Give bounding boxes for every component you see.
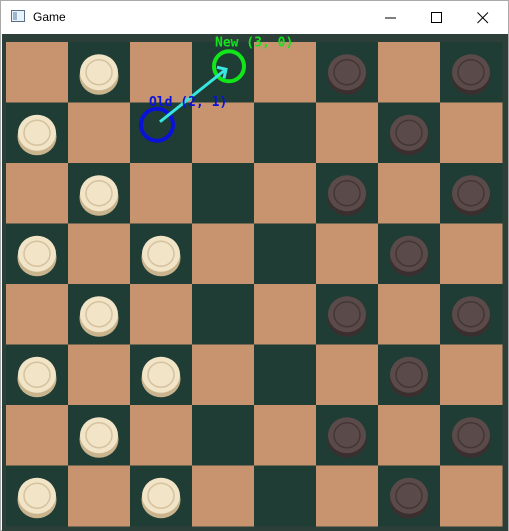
board-square[interactable] [378,405,441,466]
board-square[interactable] [254,284,317,345]
board-square[interactable] [192,102,255,164]
board-square[interactable] [316,465,379,527]
cream-checker-piece[interactable] [141,235,181,277]
window-title: Game [33,10,66,24]
board-square[interactable] [130,163,193,224]
close-button[interactable] [460,1,506,34]
minimize-icon [385,17,396,19]
board-square[interactable] [440,344,503,406]
board-square[interactable] [316,344,379,406]
brown-checker-piece[interactable] [451,175,491,216]
board-square[interactable] [192,344,255,406]
title-bar[interactable]: Game [1,1,508,34]
maximize-icon [431,12,442,23]
board-square[interactable] [440,223,503,285]
board-square[interactable] [192,223,255,285]
cream-checker-piece[interactable] [17,235,57,277]
board-square[interactable] [68,344,131,406]
old-position-label: Old (2, 1) [149,95,227,110]
board-square[interactable] [254,344,317,406]
cream-checker-piece[interactable] [79,417,119,458]
board-square[interactable] [440,465,503,527]
brown-checker-piece[interactable] [389,356,429,398]
board-square[interactable] [68,223,131,285]
board-square[interactable] [378,42,441,103]
cream-checker-piece[interactable] [17,114,57,156]
board-square[interactable] [6,42,69,103]
board-square[interactable] [130,284,193,345]
board-square[interactable] [6,163,69,224]
board-square[interactable] [6,284,69,345]
board-square[interactable] [6,405,69,466]
board-square[interactable] [254,465,317,527]
board-square[interactable] [192,405,255,466]
cream-checker-piece[interactable] [79,54,119,95]
board-square[interactable] [130,405,193,466]
cream-checker-piece[interactable] [17,356,57,398]
brown-checker-piece[interactable] [389,477,429,519]
board-square[interactable] [130,102,193,164]
board-square[interactable] [378,284,441,345]
cream-checker-piece[interactable] [141,356,181,398]
board-square[interactable] [254,163,317,224]
board-square[interactable] [254,42,317,103]
board-square[interactable] [192,284,255,345]
game-window: Game Old (2, 1) New (3, 0) [0,0,509,531]
brown-checker-piece[interactable] [451,417,491,458]
board-square[interactable] [440,102,503,164]
board-square[interactable] [378,163,441,224]
board-square[interactable] [192,163,255,224]
brown-checker-piece[interactable] [389,114,429,156]
minimize-button[interactable] [368,1,414,34]
checkers-board[interactable]: Old (2, 1) New (3, 0) [2,34,508,531]
game-canvas[interactable]: Old (2, 1) New (3, 0) [2,34,508,531]
brown-checker-piece[interactable] [327,417,367,458]
brown-checker-piece[interactable] [451,296,491,337]
brown-checker-piece[interactable] [389,235,429,277]
board-square[interactable] [192,465,255,527]
cream-checker-piece[interactable] [79,175,119,216]
brown-checker-piece[interactable] [451,54,491,95]
board-square[interactable] [254,223,317,285]
cream-checker-piece[interactable] [79,296,119,337]
new-position-label: New (3, 0) [215,35,293,50]
cream-checker-piece[interactable] [17,477,57,519]
board-square[interactable] [254,102,317,164]
brown-checker-piece[interactable] [327,175,367,216]
board-square[interactable] [316,223,379,285]
maximize-button[interactable] [414,1,460,34]
board-square[interactable] [68,465,131,527]
cream-checker-piece[interactable] [141,477,181,519]
board-square[interactable] [316,102,379,164]
brown-checker-piece[interactable] [327,54,367,95]
window-app-icon [11,10,25,22]
brown-checker-piece[interactable] [327,296,367,337]
close-icon [477,12,489,24]
board-square[interactable] [254,405,317,466]
board-square[interactable] [68,102,131,164]
